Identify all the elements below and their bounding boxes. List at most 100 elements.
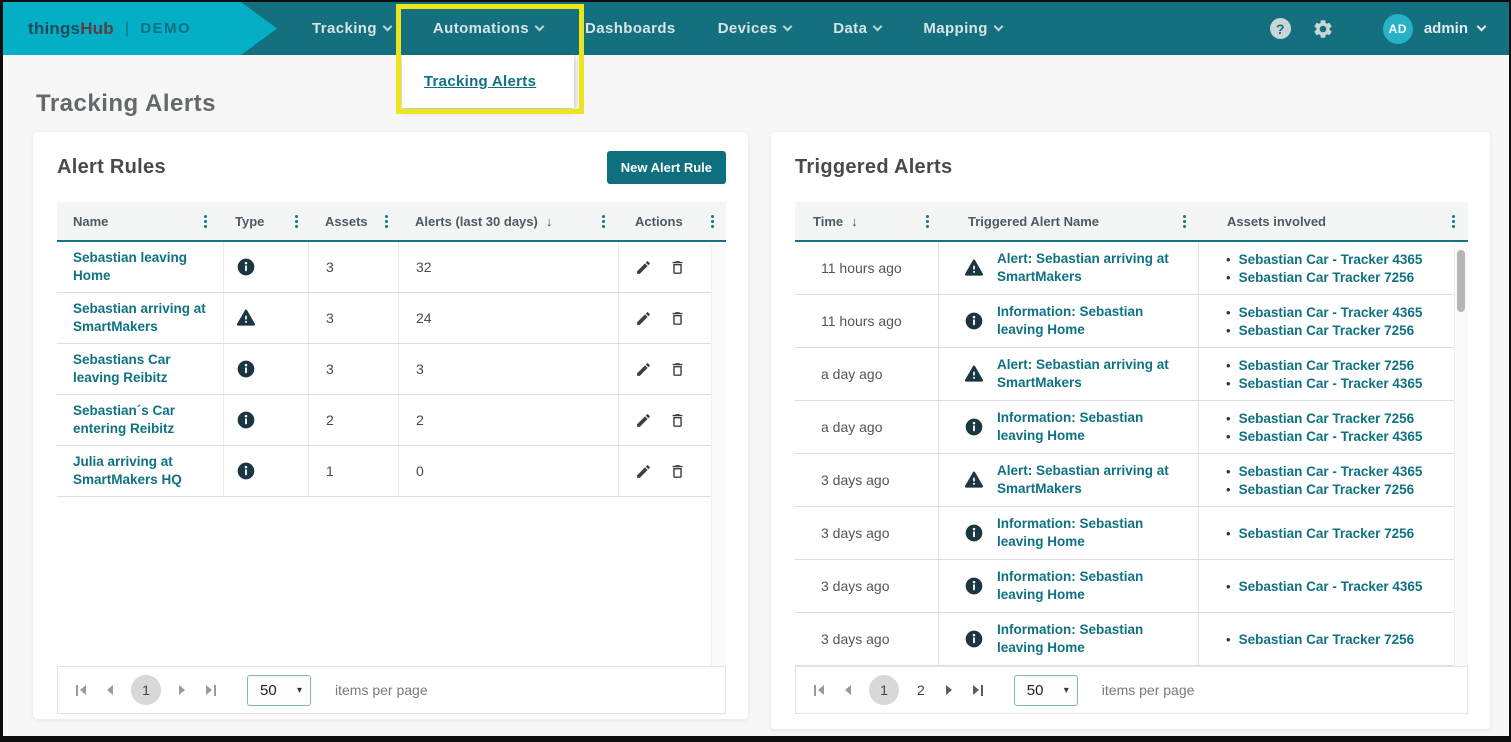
alert-rule-name-link[interactable]: Sebastian´s Car entering Reibitz <box>73 402 209 437</box>
new-alert-rule-button[interactable]: New Alert Rule <box>607 151 726 184</box>
asset-link[interactable]: Sebastian Car Tracker 7256 <box>1239 270 1415 285</box>
menu-item-tracking-alerts[interactable]: Tracking Alerts <box>424 73 536 90</box>
alerts-count: 2 <box>398 395 618 445</box>
nav-item-devices[interactable]: Devices <box>697 2 813 55</box>
help-icon[interactable]: ? <box>1270 18 1291 39</box>
alert-rule-name-link[interactable]: Sebastian arriving at SmartMakers <box>73 300 209 335</box>
severity-icon <box>236 461 256 481</box>
next-page-button[interactable] <box>943 682 955 698</box>
triggered-alert-name-link[interactable]: Information: Sebastian leaving Home <box>997 409 1172 444</box>
column-menu-icon[interactable] <box>1448 211 1459 232</box>
column-header-alerts[interactable]: Alerts (last 30 days) ↓ <box>398 202 618 240</box>
nav-item-label: Tracking <box>312 20 377 37</box>
column-menu-icon[interactable] <box>200 211 211 232</box>
alert-rule-name-link[interactable]: Julia arriving at SmartMakers HQ <box>73 453 209 488</box>
nav-item-tracking[interactable]: Tracking <box>291 2 412 55</box>
edit-button[interactable] <box>635 412 652 429</box>
column-header-actions[interactable]: Actions <box>618 202 726 240</box>
asset-link[interactable]: Sebastian Car Tracker 7256 <box>1239 526 1415 541</box>
last-page-button[interactable] <box>203 682 219 699</box>
delete-button[interactable] <box>669 412 686 429</box>
triggered-alert-name-link[interactable]: Information: Sebastian leaving Home <box>997 303 1172 338</box>
triggered-alert-name-link[interactable]: Information: Sebastian leaving Home <box>997 568 1172 603</box>
brand-logo[interactable]: thingsHub | DEMO <box>3 2 277 55</box>
alert-rule-name-link[interactable]: Sebastians Car leaving Reibitz <box>73 351 209 386</box>
column-header-assets[interactable]: Assets <box>308 202 398 240</box>
user-avatar[interactable]: AD <box>1383 14 1413 44</box>
delete-button[interactable] <box>669 361 686 378</box>
previous-page-button[interactable] <box>842 682 854 698</box>
column-menu-icon[interactable] <box>291 211 302 232</box>
triggered-alert-name-link[interactable]: Information: Sebastian leaving Home <box>997 515 1172 550</box>
column-menu-icon[interactable] <box>381 211 392 232</box>
edit-button[interactable] <box>635 463 652 480</box>
triggered-alert-name-link[interactable]: Information: Sebastian leaving Home <box>997 621 1172 656</box>
page-title: Tracking Alerts <box>36 90 216 118</box>
asset-link[interactable]: Sebastian Car - Tracker 4365 <box>1239 252 1423 267</box>
table-row: 3 days ago Information: Sebastian leavin… <box>795 507 1454 560</box>
nav-item-data[interactable]: Data <box>812 2 902 55</box>
table-row: 11 hours ago Alert: Sebastian arriving a… <box>795 242 1454 295</box>
user-menu[interactable]: admin <box>1424 20 1485 37</box>
current-page[interactable]: 1 <box>131 675 161 705</box>
last-page-button[interactable] <box>970 682 986 699</box>
nav-item-label: Mapping <box>923 20 987 37</box>
alert-rule-name-link[interactable]: Sebastian leaving Home <box>73 249 209 284</box>
asset-link[interactable]: Sebastian Car - Tracker 4365 <box>1239 305 1423 320</box>
page-size-select[interactable]: 50 ▾ <box>247 675 311 706</box>
triggered-alert-name-link[interactable]: Alert: Sebastian arriving at SmartMakers <box>997 356 1172 391</box>
asset-link[interactable]: Sebastian Car - Tracker 4365 <box>1239 579 1423 594</box>
asset-link[interactable]: Sebastian Car Tracker 7256 <box>1239 482 1415 497</box>
caret-down-icon: ▾ <box>297 685 302 696</box>
nav-item-dashboards[interactable]: Dashboards <box>564 2 697 55</box>
column-menu-icon[interactable] <box>598 211 609 232</box>
settings-gear-icon[interactable] <box>1312 18 1334 40</box>
current-page[interactable]: 1 <box>869 675 899 705</box>
severity-icon <box>964 470 984 490</box>
triggered-alerts-pager: 1 2 50 ▾ items per page <box>795 666 1468 714</box>
column-header-type[interactable]: Type <box>223 202 308 240</box>
delete-button[interactable] <box>669 310 686 327</box>
nav-item-automations[interactable]: Automations Tracking Alerts <box>412 2 564 55</box>
severity-icon <box>964 629 984 649</box>
chevron-down-icon <box>535 22 545 32</box>
first-page-button[interactable] <box>73 682 89 699</box>
asset-link[interactable]: Sebastian Car Tracker 7256 <box>1239 323 1415 338</box>
bullet: • <box>1226 252 1231 267</box>
triggered-alert-name-link[interactable]: Alert: Sebastian arriving at SmartMakers <box>997 462 1172 497</box>
asset-link[interactable]: Sebastian Car - Tracker 4365 <box>1239 429 1423 444</box>
edit-button[interactable] <box>635 259 652 276</box>
edit-button[interactable] <box>635 310 652 327</box>
column-header-assets-involved[interactable]: Assets involved <box>1198 202 1468 240</box>
asset-link[interactable]: Sebastian Car - Tracker 4365 <box>1239 464 1423 479</box>
column-menu-icon[interactable] <box>922 211 933 232</box>
scrollbar-thumb[interactable] <box>1457 250 1465 312</box>
alert-time: 3 days ago <box>795 507 938 559</box>
asset-link[interactable]: Sebastian Car Tracker 7256 <box>1239 358 1415 373</box>
delete-button[interactable] <box>669 259 686 276</box>
next-page-button[interactable] <box>176 682 188 698</box>
table-row: Sebastian arriving at SmartMakers 3 24 <box>57 293 711 344</box>
alert-time: a day ago <box>795 401 938 453</box>
edit-button[interactable] <box>635 361 652 378</box>
table-scrollbar-track[interactable] <box>1454 244 1468 666</box>
asset-link[interactable]: Sebastian Car Tracker 7256 <box>1239 411 1415 426</box>
triggered-alert-name-link[interactable]: Alert: Sebastian arriving at SmartMakers <box>997 250 1172 285</box>
column-header-time[interactable]: Time ↓ <box>795 202 938 240</box>
column-header-name[interactable]: Name <box>57 202 223 240</box>
page-size-select[interactable]: 50 ▾ <box>1014 675 1078 706</box>
column-header-triggered-alert-name[interactable]: Triggered Alert Name <box>938 202 1198 240</box>
asset-link[interactable]: Sebastian Car Tracker 7256 <box>1239 632 1415 647</box>
nav-item-mapping[interactable]: Mapping <box>902 2 1022 55</box>
chevron-down-icon <box>1477 22 1487 32</box>
asset-link[interactable]: Sebastian Car - Tracker 4365 <box>1239 376 1423 391</box>
previous-page-button[interactable] <box>104 682 116 698</box>
bullet: • <box>1226 632 1231 647</box>
first-page-button[interactable] <box>811 682 827 699</box>
delete-button[interactable] <box>669 463 686 480</box>
severity-icon <box>964 417 984 437</box>
column-menu-icon[interactable] <box>707 211 718 232</box>
page-2-button[interactable]: 2 <box>914 682 928 698</box>
brand-divider: | <box>125 20 129 38</box>
column-menu-icon[interactable] <box>1179 211 1190 232</box>
